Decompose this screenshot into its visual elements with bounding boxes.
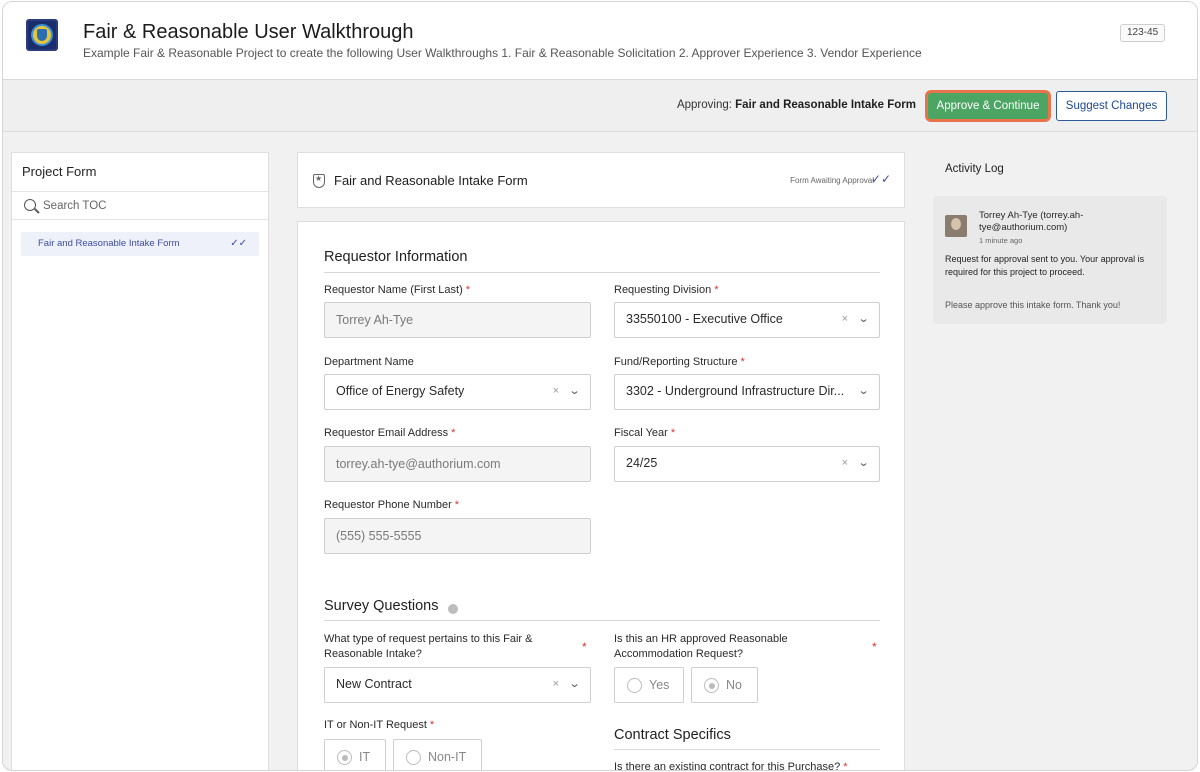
section-divider [324, 620, 880, 621]
request-type-value: New Contract [336, 677, 412, 691]
clear-icon[interactable]: × [553, 678, 559, 690]
fund-reporting-label: Fund/Reporting Structure * [614, 356, 745, 368]
non-it-radio[interactable]: Non-IT [393, 739, 482, 770]
existing-contract-label: Is there an existing contract for this P… [614, 761, 848, 771]
department-name-label: Department Name [324, 356, 414, 368]
activity-author: Torrey Ah-Tye (torrey.ah-tye@authorium.c… [979, 210, 1084, 233]
fund-reporting-value: 3302 - Underground Infrastructure Dir... [626, 384, 845, 398]
chevron-down-icon[interactable]: ⌄ [857, 384, 869, 397]
radio-label: No [726, 678, 742, 692]
required-marker: * [582, 640, 587, 654]
toc-search-placeholder: Search TOC [43, 200, 107, 212]
fiscal-year-value: 24/25 [626, 456, 658, 470]
activity-log-title: Activity Log [945, 163, 1004, 175]
request-type-label: What type of request pertains to this Fa… [324, 633, 533, 660]
toc-panel: Project Form Search TOC Fair and Reasona… [11, 152, 269, 770]
hr-accommodation-yes-radio[interactable]: Yes [614, 667, 684, 703]
project-description: Example Fair & Reasonable Project to cre… [83, 46, 922, 60]
hr-accommodation-label: Is this an HR approved Reasonable Accomm… [614, 633, 788, 660]
section-title-requestor: Requestor Information [324, 249, 468, 265]
search-icon [24, 199, 36, 211]
double-check-icon: ✓✓ [230, 238, 247, 249]
toc-item-label: Fair and Reasonable Intake Form [38, 238, 180, 249]
chevron-down-icon[interactable]: ⌄ [568, 677, 580, 690]
fiscal-year-select[interactable]: 24/25 × ⌄ [614, 446, 880, 482]
radio-dot [406, 750, 421, 765]
department-name-select[interactable]: Office of Energy Safety × ⌄ [324, 374, 591, 410]
approval-bar: Approving: Fair and Reasonable Intake Fo… [3, 80, 1197, 132]
requestor-name-label: Requestor Name (First Last) * [324, 284, 471, 296]
request-type-select[interactable]: New Contract × ⌄ [324, 667, 591, 703]
approve-continue-button[interactable]: Approve & Continue [925, 90, 1051, 122]
department-name-value: Office of Energy Safety [336, 384, 465, 398]
project-header: Fair & Reasonable User Walkthrough Examp… [3, 2, 1197, 80]
clear-icon[interactable]: × [553, 385, 559, 397]
radio-label: Yes [649, 678, 670, 692]
section-title-survey: Survey Questions [324, 598, 439, 614]
clear-icon[interactable]: × [842, 313, 848, 325]
avatar [945, 215, 967, 237]
chevron-down-icon[interactable]: ⌄ [568, 384, 580, 397]
fiscal-year-label: Fiscal Year * [614, 427, 676, 439]
activity-entry: Torrey Ah-Tye (torrey.ah-tye@authorium.c… [933, 196, 1167, 324]
form-title: Fair and Reasonable Intake Form [334, 173, 528, 188]
clear-icon[interactable]: × [842, 457, 848, 469]
requesting-division-select[interactable]: 33550100 - Executive Office × ⌄ [614, 302, 880, 338]
radio-label: IT [359, 750, 371, 764]
project-title: Fair & Reasonable User Walkthrough [83, 21, 414, 43]
required-marker: * [872, 640, 877, 654]
project-logo-icon [26, 19, 58, 51]
radio-dot [627, 678, 642, 693]
requestor-email-label: Requestor Email Address * [324, 427, 456, 439]
activity-note: Please approve this intake form. Thank y… [945, 300, 1121, 310]
double-check-icon: ✓✓ [870, 172, 891, 186]
form-status: Form Awaiting Approval [790, 176, 874, 185]
requestor-phone-label: Requestor Phone Number * [324, 499, 460, 511]
it-radio[interactable]: IT [324, 739, 386, 770]
requestor-phone-field[interactable]: (555) 555-5555 [324, 518, 591, 554]
section-divider [614, 749, 880, 750]
approving-label: Approving: Fair and Reasonable Intake Fo… [677, 99, 916, 111]
form-body: Requestor Information Requestor Name (Fi… [297, 221, 905, 771]
chevron-down-icon[interactable]: ⌄ [857, 456, 869, 469]
help-icon[interactable] [448, 604, 458, 614]
toc-search-input[interactable]: Search TOC [12, 191, 268, 220]
app-window: Fair & Reasonable User Walkthrough Examp… [2, 1, 1198, 771]
section-divider [324, 272, 880, 273]
project-number-badge: 123-45 [1120, 24, 1166, 42]
hr-accommodation-no-radio[interactable]: No [691, 667, 758, 703]
radio-label: Non-IT [428, 750, 467, 764]
radio-dot-selected [704, 678, 719, 693]
requestor-name-field[interactable]: Torrey Ah-Tye [324, 302, 591, 338]
form-header-card: Fair and Reasonable Intake Form Form Awa… [297, 152, 905, 208]
requesting-division-label: Requesting Division * [614, 284, 719, 296]
approving-prefix: Approving: [676, 99, 732, 111]
radio-dot-selected [337, 750, 352, 765]
requestor-email-field[interactable]: torrey.ah-tye@authorium.com [324, 446, 591, 482]
chevron-down-icon[interactable]: ⌄ [857, 312, 869, 325]
activity-time: 1 minute ago [979, 236, 1023, 245]
it-request-label: IT or Non-IT Request * [324, 719, 435, 731]
suggest-changes-button[interactable]: Suggest Changes [1056, 91, 1167, 121]
toc-item-intake-form[interactable]: Fair and Reasonable Intake Form ✓✓ [21, 232, 259, 256]
requesting-division-value: 33550100 - Executive Office [626, 312, 783, 326]
approving-form-name: Fair and Reasonable Intake Form [735, 99, 916, 111]
fund-reporting-select[interactable]: 3302 - Underground Infrastructure Dir...… [614, 374, 880, 410]
shield-icon [313, 174, 325, 188]
section-title-contract: Contract Specifics [614, 727, 731, 743]
activity-message: Request for approval sent to you. Your a… [945, 254, 1145, 277]
toc-title: Project Form [22, 164, 97, 179]
